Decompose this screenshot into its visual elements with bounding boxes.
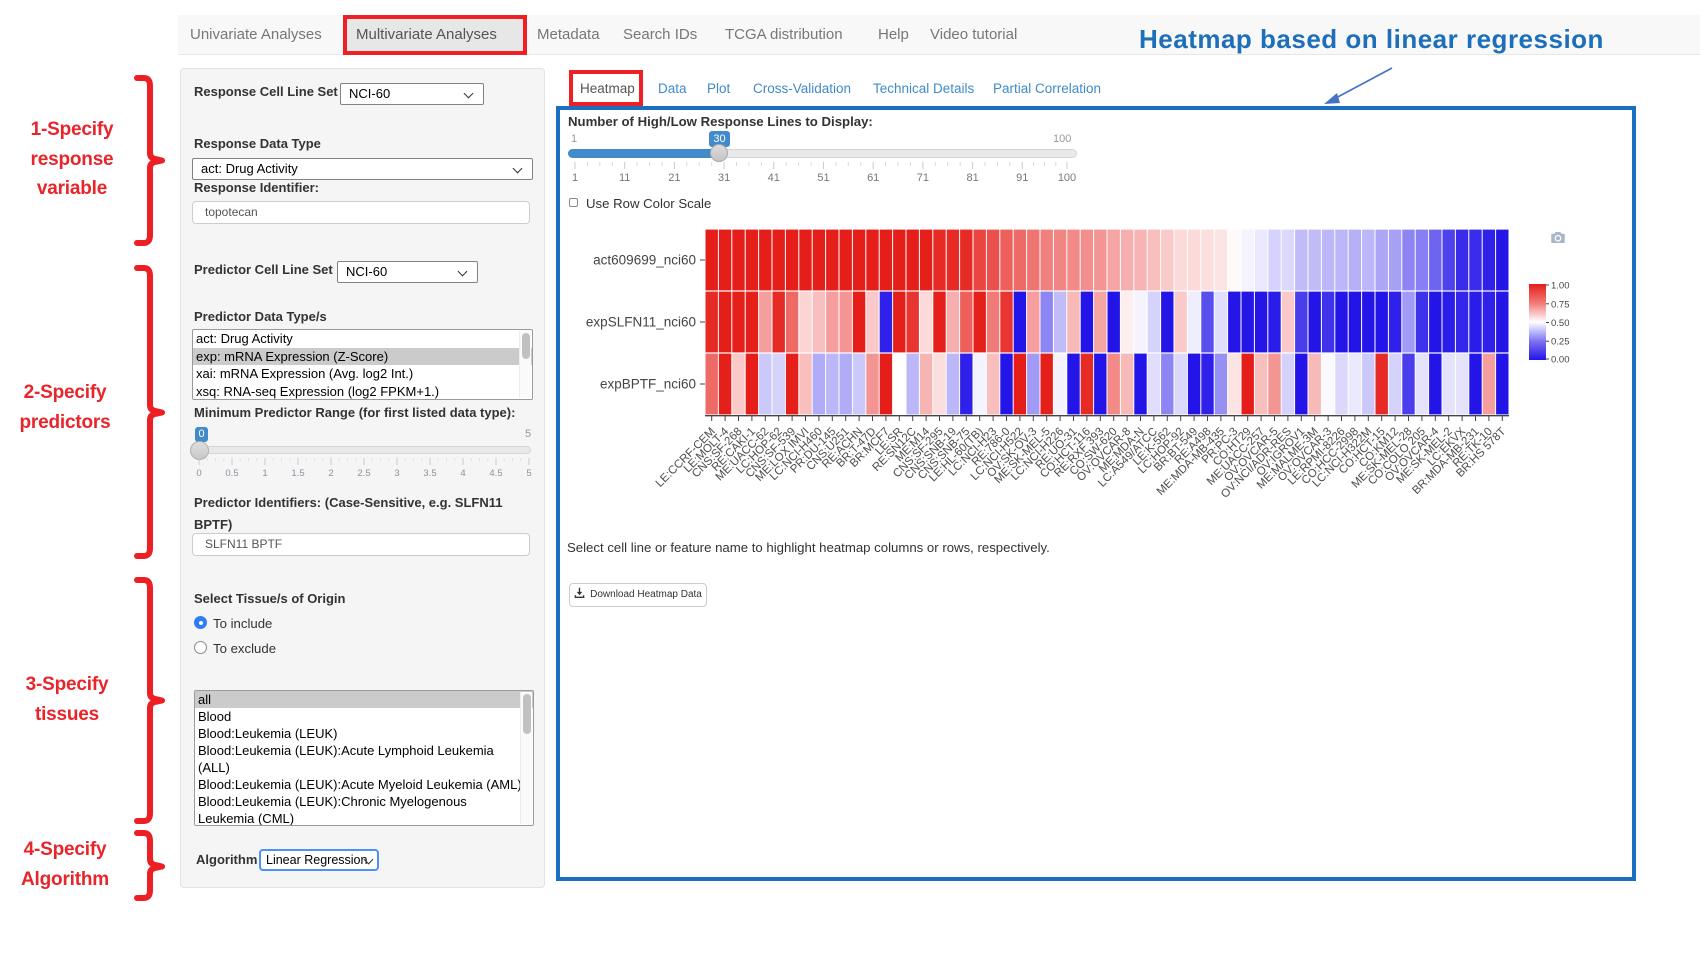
svg-text:3: 3: [394, 468, 399, 479]
svg-text:81: 81: [966, 172, 978, 184]
svg-text:0.50: 0.50: [1551, 318, 1570, 329]
svg-text:0.75: 0.75: [1551, 299, 1570, 310]
svg-text:0: 0: [196, 468, 201, 479]
svg-text:2: 2: [328, 468, 333, 479]
svg-text:expSLFN11_nci60: expSLFN11_nci60: [586, 315, 696, 330]
svg-text:0.5: 0.5: [225, 468, 238, 479]
svg-text:3.5: 3.5: [423, 468, 436, 479]
svg-text:100: 100: [1058, 172, 1076, 184]
svg-text:91: 91: [1016, 172, 1028, 184]
svg-text:61: 61: [867, 172, 879, 184]
svg-text:0.00: 0.00: [1551, 355, 1570, 366]
svg-text:4.5: 4.5: [489, 468, 502, 479]
svg-text:5: 5: [526, 468, 531, 479]
svg-text:1: 1: [572, 172, 578, 184]
svg-text:31: 31: [718, 172, 730, 184]
svg-text:4: 4: [460, 468, 465, 479]
svg-text:71: 71: [917, 172, 929, 184]
svg-text:expBPTF_nci60: expBPTF_nci60: [600, 377, 696, 392]
svg-text:41: 41: [768, 172, 780, 184]
svg-text:11: 11: [619, 172, 630, 184]
svg-text:1.00: 1.00: [1551, 281, 1570, 292]
svg-text:0.25: 0.25: [1551, 337, 1570, 348]
svg-text:1: 1: [262, 468, 267, 479]
svg-text:21: 21: [668, 172, 680, 184]
svg-text:2.5: 2.5: [357, 468, 370, 479]
svg-text:51: 51: [817, 172, 829, 184]
svg-text:act609699_nci60: act609699_nci60: [593, 253, 696, 268]
svg-text:1.5: 1.5: [291, 468, 304, 479]
